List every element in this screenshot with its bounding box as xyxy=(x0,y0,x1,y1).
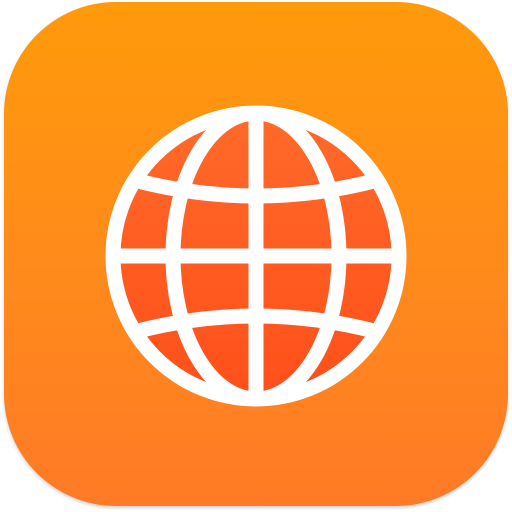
globe-app-icon[interactable] xyxy=(4,2,508,506)
globe-icon xyxy=(105,105,407,407)
